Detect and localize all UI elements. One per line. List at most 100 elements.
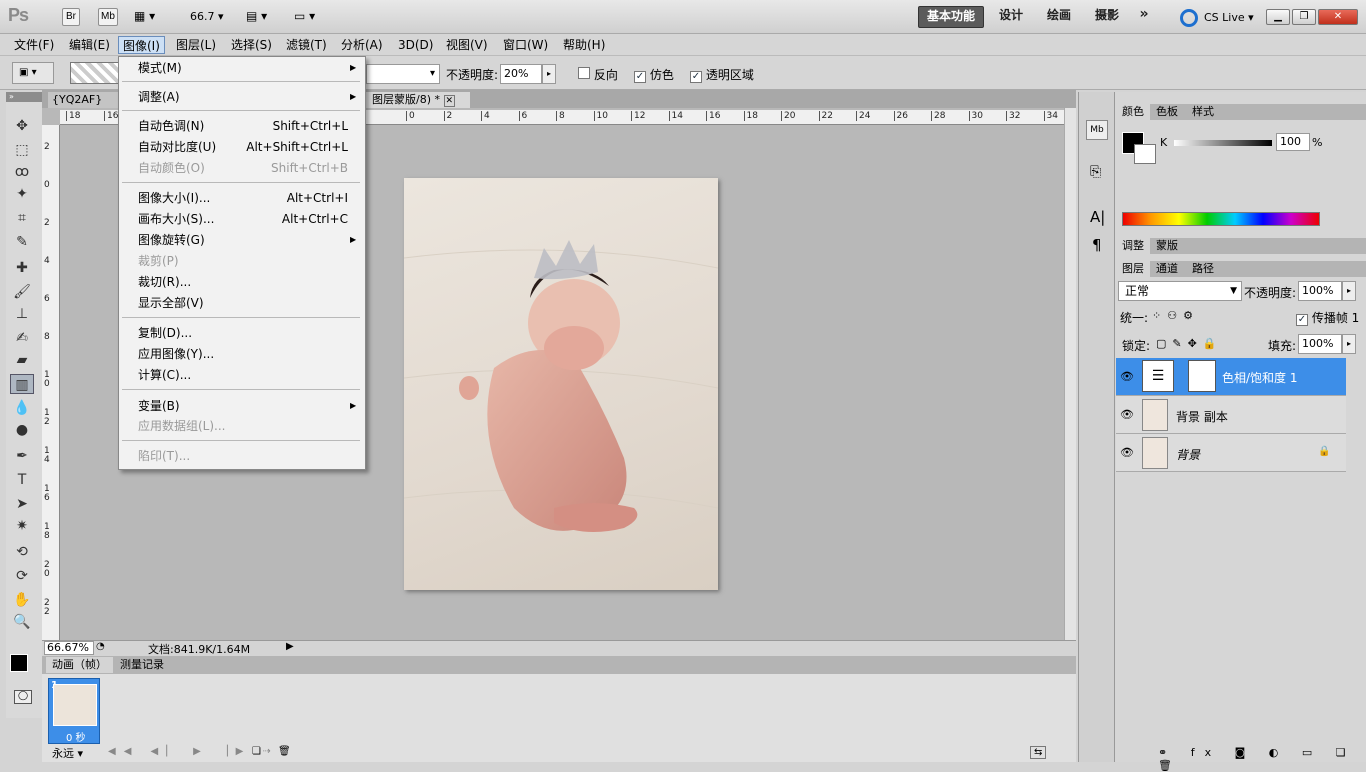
3d-rotate-tool-icon[interactable]: ⟲ [10, 542, 34, 562]
frame-delay[interactable]: 0 秒 [66, 729, 86, 744]
status-info-icon[interactable]: ◔ [96, 641, 105, 652]
view-extras-icon[interactable]: ▦ ▾ [134, 9, 164, 25]
menu-item-trim[interactable]: 裁切(R)... [138, 272, 191, 292]
arrange-documents-icon[interactable]: ▤ ▾ [246, 9, 267, 23]
layer-blend-mode-select[interactable]: 正常 ▼ [1118, 281, 1242, 301]
workspace-essentials[interactable]: 基本功能 [918, 6, 984, 28]
vertical-scrollbar[interactable] [1064, 108, 1076, 640]
close-button[interactable]: ✕ [1318, 9, 1358, 25]
duplicate-frame-icon[interactable]: ❏ [252, 746, 261, 757]
quick-selection-tool-icon[interactable]: ✦ [10, 184, 34, 204]
menu-item-canvas-size[interactable]: 画布大小(S)... [138, 209, 214, 229]
layer-name[interactable]: 背景 [1176, 446, 1200, 463]
move-tool-icon[interactable]: ✥ [10, 116, 34, 136]
foreground-color-swatch[interactable] [10, 654, 28, 672]
menu-analysis[interactable]: 分析(A) [337, 36, 387, 54]
menu-image[interactable]: 图像(I) [118, 36, 165, 54]
custom-shape-tool-icon[interactable]: ✷ [10, 516, 34, 536]
quick-mask-icon[interactable]: ◯ [14, 690, 32, 704]
3d-orbit-tool-icon[interactable]: ⟳ [10, 566, 34, 586]
menu-view[interactable]: 视图(V) [442, 36, 492, 54]
tab-layers[interactable]: 图层 [1116, 261, 1150, 277]
layers-panel-footer-icons[interactable]: ⚭ fx ◙ ◐ ▭ ❏ 🗑 [1158, 746, 1366, 772]
menu-file[interactable]: 文件(F) [10, 36, 58, 54]
menu-item-adjustments[interactable]: 调整(A) [138, 87, 180, 107]
blur-tool-icon[interactable]: 💧 [10, 398, 34, 418]
tab-channels[interactable]: 通道 [1150, 261, 1184, 277]
convert-timeline-icon[interactable]: ⇆ [1030, 746, 1047, 759]
document-tab-1[interactable]: {YQ2AF}[TTC [48, 92, 120, 108]
minibridge-button[interactable]: Mb [98, 8, 118, 26]
menu-item-image-rotation[interactable]: 图像旋转(G) [138, 230, 205, 250]
tool-preset-picker[interactable]: ▣ ▾ [12, 62, 54, 84]
fill-input[interactable]: 100% [1298, 334, 1342, 354]
restore-button[interactable]: ❐ [1292, 9, 1316, 25]
delete-frame-icon[interactable]: 🗑 [278, 746, 291, 757]
propagate-frame-option[interactable]: ✓ 传播帧 1 [1296, 309, 1359, 326]
menu-item-apply-image[interactable]: 应用图像(Y)... [138, 344, 214, 364]
lasso-tool-icon[interactable]: ꝏ [10, 162, 34, 182]
color-ramp[interactable] [1122, 212, 1320, 226]
brush-tool-icon[interactable]: 🖌 [10, 282, 34, 302]
path-selection-tool-icon[interactable]: ➤ [10, 494, 34, 514]
unify-icons[interactable]: ⁘⚇⚙ [1152, 309, 1199, 322]
clone-stamp-tool-icon[interactable]: ⊥ [10, 304, 34, 324]
menu-item-auto-tone[interactable]: 自动色调(N) [138, 116, 204, 136]
workspace-painting[interactable]: 绘画 [1038, 6, 1080, 28]
tab-paths[interactable]: 路径 [1186, 261, 1220, 277]
menu-help[interactable]: 帮助(H) [559, 36, 609, 54]
status-menu-arrow[interactable]: ▶ [286, 641, 294, 652]
crop-tool-icon[interactable]: ⌗ [10, 208, 34, 228]
layer-name[interactable]: 色相/饱和度 1 [1222, 369, 1298, 386]
k-value-input[interactable]: 100 [1276, 133, 1310, 151]
menu-filter[interactable]: 滤镜(T) [282, 36, 331, 54]
layer-visibility-eye-icon[interactable]: 👁 [1120, 370, 1134, 383]
k-slider[interactable] [1174, 140, 1272, 146]
workspace-design[interactable]: 设计 [990, 6, 1032, 28]
minimize-button[interactable]: ▁ [1266, 9, 1290, 25]
color-background-swatch[interactable] [1134, 144, 1156, 164]
layer-visibility-eye-icon[interactable]: 👁 [1120, 446, 1134, 459]
layer-opacity-arrow[interactable]: ▸ [1342, 281, 1356, 301]
eraser-tool-icon[interactable]: ▰ [10, 350, 34, 370]
menu-edit[interactable]: 编辑(E) [65, 36, 114, 54]
fill-arrow[interactable]: ▸ [1342, 334, 1356, 354]
menu-layer[interactable]: 图层(L) [172, 36, 220, 54]
minibridge-panel-icon[interactable]: Mb [1086, 120, 1108, 140]
hand-tool-icon[interactable]: ✋ [10, 590, 34, 610]
layer-opacity-input[interactable]: 100% [1298, 281, 1342, 301]
gradient-picker[interactable] [70, 62, 120, 84]
bridge-button[interactable]: Br [62, 8, 80, 26]
pen-tool-icon[interactable]: ✒ [10, 446, 34, 466]
menu-item-reveal-all[interactable]: 显示全部(V) [138, 293, 204, 313]
zoom-tool-icon[interactable]: 🔍 [10, 612, 34, 632]
zoom-level-dropdown[interactable]: 66.7 ▾ [190, 10, 224, 23]
tab-measurement-log[interactable]: 测量记录 [114, 657, 170, 673]
dodge-tool-icon[interactable]: ● [10, 420, 34, 440]
menu-item-image-size[interactable]: 图像大小(I)... [138, 188, 210, 208]
menu-select[interactable]: 选择(S) [227, 36, 276, 54]
character-panel-icon[interactable]: A| [1090, 208, 1105, 226]
menu-item-variables[interactable]: 变量(B) [138, 396, 180, 416]
layer-mask-thumbnail[interactable] [1188, 360, 1216, 392]
loop-options[interactable]: 永远 ▾ [46, 746, 102, 762]
tab-animation-frames[interactable]: 动画（帧） [46, 657, 113, 673]
menu-3d[interactable]: 3D(D) [394, 36, 437, 54]
workspace-photography[interactable]: 摄影 [1086, 6, 1128, 28]
healing-brush-tool-icon[interactable]: ✚ [10, 258, 34, 278]
cs-live-menu[interactable]: CS Live ▾ [1204, 11, 1254, 24]
menu-item-calculations[interactable]: 计算(C)... [138, 365, 191, 385]
tools-panel-collapse[interactable]: » [6, 92, 42, 102]
zoom-percent-field[interactable]: 66.67% [44, 641, 94, 655]
lock-icons[interactable]: ▢✎✥🔒 [1156, 337, 1223, 350]
menu-item-duplicate[interactable]: 复制(D)... [138, 323, 192, 343]
menu-item-auto-contrast[interactable]: 自动对比度(U) [138, 137, 216, 157]
screen-mode-icon[interactable]: ▭ ▾ [294, 9, 315, 23]
marquee-tool-icon[interactable]: ⬚ [10, 140, 34, 160]
propagate-checkbox[interactable]: ✓ [1296, 314, 1308, 326]
history-panel-icon[interactable]: ⎘ [1090, 164, 1101, 180]
type-tool-icon[interactable]: T [10, 470, 34, 490]
menu-item-mode[interactable]: 模式(M) [138, 58, 182, 78]
menu-window[interactable]: 窗口(W) [499, 36, 552, 54]
gradient-tool-icon[interactable]: ▥ [10, 374, 34, 394]
